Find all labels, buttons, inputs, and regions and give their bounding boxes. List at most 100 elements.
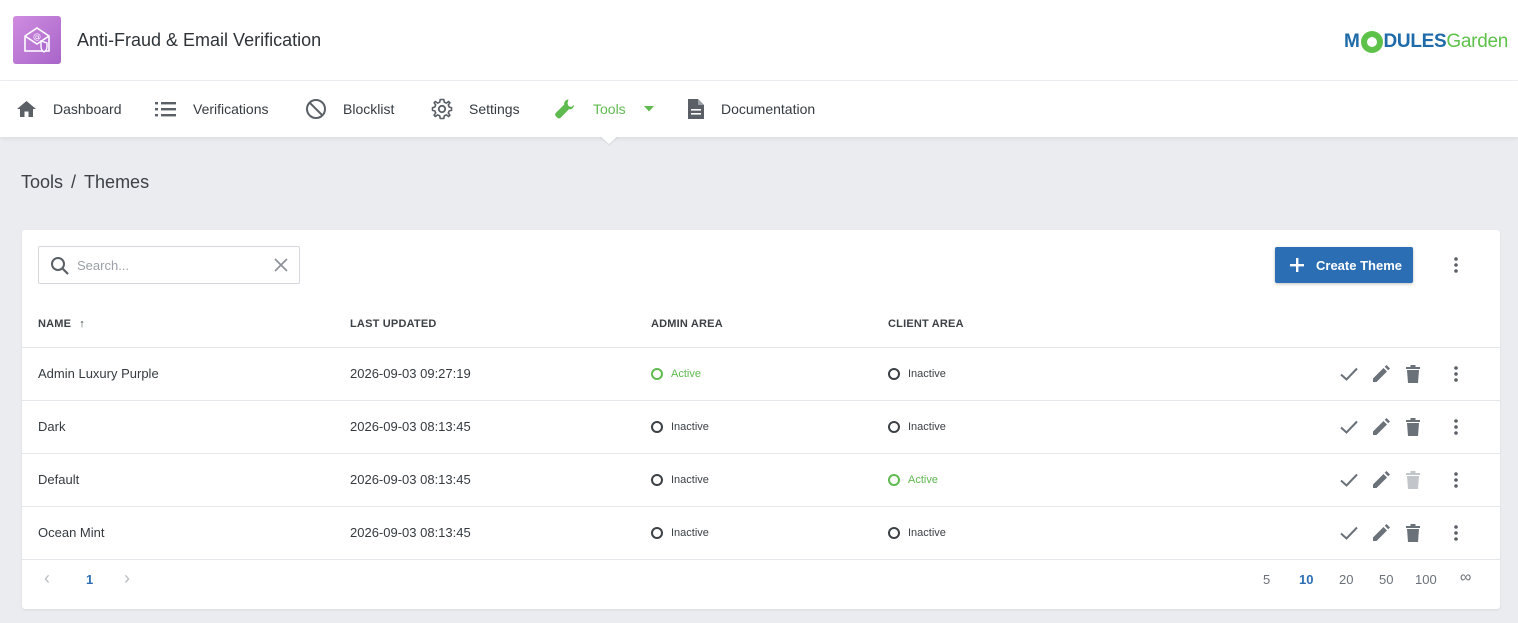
gear-icon	[431, 98, 453, 120]
nav-active-pointer	[600, 136, 618, 144]
last-updated: 2026-09-03 09:27:19	[350, 366, 471, 381]
delete-trash-icon[interactable]	[1401, 362, 1425, 386]
page-number-button[interactable]: 1	[86, 572, 93, 587]
column-header-name[interactable]: NAME ↑	[38, 318, 85, 330]
search-input[interactable]	[77, 255, 267, 275]
nav-blocklist-label: Blocklist	[343, 101, 395, 117]
column-header-last-updated[interactable]: LAST UPDATED	[350, 318, 437, 330]
page-size-5[interactable]: 5	[1263, 572, 1270, 587]
admin-area-status-label: Active	[671, 368, 701, 380]
breadcrumb-separator: /	[71, 172, 77, 192]
edit-pencil-icon[interactable]	[1369, 521, 1393, 545]
status-circle-icon	[651, 474, 663, 486]
nav-settings[interactable]: Settings	[431, 81, 520, 137]
client-area-status: Inactive	[888, 368, 946, 380]
edit-pencil-icon[interactable]	[1369, 362, 1393, 386]
status-circle-icon	[651, 421, 663, 433]
search-box	[38, 246, 300, 284]
nav-documentation[interactable]: Documentation	[687, 81, 815, 137]
status-circle-icon	[888, 474, 900, 486]
admin-area-status-label: Inactive	[671, 527, 709, 539]
admin-area-status: Inactive	[651, 421, 709, 433]
client-area-status-label: Active	[908, 474, 938, 486]
client-area-status-label: Inactive	[908, 527, 946, 539]
block-icon	[306, 99, 326, 119]
nav-tools-label: Tools	[593, 101, 626, 117]
plus-icon	[1290, 258, 1304, 272]
activate-check-icon[interactable]	[1337, 415, 1361, 439]
client-area-status: Inactive	[888, 527, 946, 539]
create-theme-label: Create Theme	[1316, 257, 1402, 273]
delete-trash-icon[interactable]	[1401, 521, 1425, 545]
close-icon[interactable]	[274, 258, 288, 272]
nav-dashboard[interactable]: Dashboard	[16, 81, 122, 137]
sort-arrow-up-icon: ↑	[79, 318, 85, 330]
admin-area-status: Inactive	[651, 527, 709, 539]
status-circle-icon	[888, 421, 900, 433]
status-circle-icon	[888, 368, 900, 380]
admin-area-status: Inactive	[651, 474, 709, 486]
theme-name: Default	[38, 472, 80, 487]
activate-check-icon[interactable]	[1337, 362, 1361, 386]
status-circle-icon	[651, 527, 663, 539]
brand-text-m: M	[1343, 31, 1360, 52]
client-area-status: Inactive	[888, 421, 946, 433]
row-options-kebab-icon[interactable]	[1444, 362, 1468, 386]
pagination: ‹ 1 › 5 10 20 50 100 ∞	[22, 566, 1500, 596]
nav-tools[interactable]: Tools	[554, 81, 654, 137]
chevron-down-icon	[643, 106, 654, 112]
create-theme-button[interactable]: Create Theme	[1275, 247, 1413, 283]
main-nav: Dashboard Verifications Blocklist Settin…	[0, 81, 1518, 137]
app-logo-icon: @	[13, 16, 61, 64]
edit-pencil-icon[interactable]	[1369, 415, 1393, 439]
nav-documentation-label: Documentation	[721, 101, 816, 117]
page-size-50[interactable]: 50	[1379, 572, 1393, 587]
table-row: Default 2026-09-03 08:13:45 Inactive Active	[22, 454, 1500, 507]
page-size-100[interactable]: 100	[1415, 572, 1437, 587]
column-header-client-area[interactable]: CLIENT AREA	[888, 318, 964, 330]
row-options-kebab-icon[interactable]	[1444, 415, 1468, 439]
theme-name: Ocean Mint	[38, 525, 105, 540]
breadcrumb: Tools / Themes	[21, 172, 149, 193]
row-options-kebab-icon[interactable]	[1444, 468, 1468, 492]
nav-verifications-label: Verifications	[193, 101, 269, 117]
status-circle-icon	[651, 368, 663, 380]
edit-pencil-icon[interactable]	[1369, 468, 1393, 492]
nav-dashboard-label: Dashboard	[53, 101, 122, 117]
brand-text-garden: Garden	[1446, 31, 1508, 52]
column-header-admin-area[interactable]: ADMIN AREA	[651, 318, 723, 330]
svg-text:@: @	[33, 32, 41, 41]
activate-check-icon[interactable]	[1337, 521, 1361, 545]
delete-trash-icon[interactable]	[1401, 415, 1425, 439]
nav-verifications[interactable]: Verifications	[155, 81, 268, 137]
page-size-20[interactable]: 20	[1339, 572, 1353, 587]
wrench-icon	[555, 99, 574, 118]
activate-check-icon[interactable]	[1337, 468, 1361, 492]
client-area-status-label: Inactive	[908, 421, 946, 433]
document-icon	[688, 99, 704, 119]
table-row: Dark 2026-09-03 08:13:45 Inactive Inactive	[22, 401, 1500, 454]
themes-table-card: Create Theme NAME ↑ LAST UPDATED ADMIN AR…	[22, 230, 1500, 609]
breadcrumb-current: Themes	[84, 172, 150, 192]
status-circle-icon	[888, 527, 900, 539]
row-options-kebab-icon[interactable]	[1444, 521, 1468, 545]
client-area-status: Active	[888, 474, 938, 486]
nav-blocklist[interactable]: Blocklist	[305, 81, 394, 137]
table-options-kebab-icon[interactable]	[1444, 253, 1468, 277]
page-size-all[interactable]: ∞	[1460, 569, 1471, 587]
nav-settings-label: Settings	[469, 101, 520, 117]
modulesgarden-logo[interactable]: M DULES Garden	[1344, 28, 1508, 56]
breadcrumb-parent[interactable]: Tools	[21, 172, 63, 192]
last-updated: 2026-09-03 08:13:45	[350, 525, 471, 540]
search-icon	[51, 257, 69, 275]
brand-text-dules: DULES	[1383, 31, 1447, 52]
prev-page-button[interactable]: ‹	[44, 568, 50, 589]
globe-icon	[1360, 31, 1383, 53]
next-page-button[interactable]: ›	[124, 568, 130, 589]
admin-area-status-label: Inactive	[671, 421, 709, 433]
last-updated: 2026-09-03 08:13:45	[350, 472, 471, 487]
theme-name: Admin Luxury Purple	[38, 366, 159, 381]
top-header: @ Anti-Fraud & Email Verification M DULE…	[0, 0, 1518, 81]
page-size-10[interactable]: 10	[1299, 572, 1313, 587]
table-header: NAME ↑ LAST UPDATED ADMIN AREA CLIENT ARE…	[22, 306, 1500, 348]
